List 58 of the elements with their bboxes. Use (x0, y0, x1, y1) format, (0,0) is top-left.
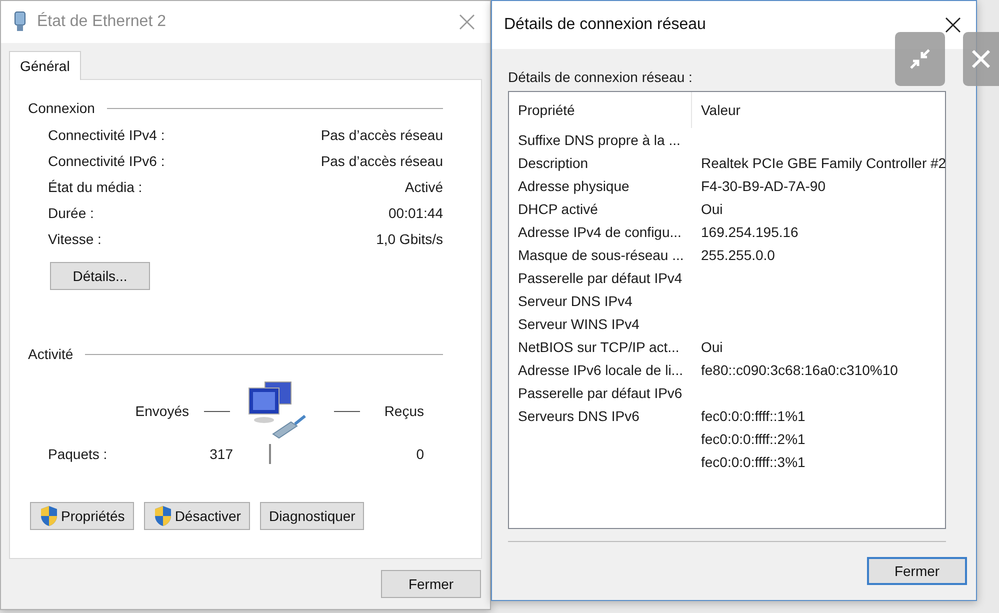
value-cell-text: 255.255.0.0 (701, 246, 776, 262)
sent-label: Envoyés (134, 403, 189, 419)
close-icon (945, 17, 961, 33)
property-cell-text: Serveur DNS IPv4 (518, 292, 634, 308)
value-cell-text: F4-30-B9-AD-7A-90 (701, 178, 826, 194)
ethernet-icon (13, 11, 27, 33)
value-cell-text: fec0:0:0:ffff::2%1 (701, 430, 806, 446)
close-icon (459, 14, 475, 30)
info-label: Durée : (48, 205, 94, 221)
value-cell-text: fe80::c090:3c68:16a0:c310%10 (701, 362, 899, 378)
info-value: Activé (404, 179, 443, 195)
property-cell-text: Serveur WINS IPv4 (518, 316, 640, 332)
info-label: Connectivité IPv4 : (48, 127, 165, 143)
value-cell-text: fec0:0:0:ffff::3%1 (701, 454, 806, 470)
info-value: Pas d’accès réseau (320, 127, 443, 143)
property-cell-text: Masque de sous-réseau ... (518, 246, 685, 262)
property-cell-text: Serveurs DNS IPv6 (518, 408, 640, 424)
window-title: Détails de connexion réseau (504, 16, 707, 34)
action-button[interactable]: Propriétés (30, 502, 134, 530)
received-label: Reçus (383, 403, 424, 419)
property-cell-text: Passerelle par défaut IPv4 (518, 270, 684, 286)
action-button[interactable]: Désactiver (144, 502, 250, 530)
action-button[interactable]: Diagnostiquer (260, 502, 364, 530)
window-title: État de Ethernet 2 (37, 13, 167, 31)
group-heading: Activité (28, 346, 74, 362)
column-header[interactable]: Valeur (691, 92, 945, 128)
packets-label: Paquets : (48, 446, 108, 462)
info-value: Pas d’accès réseau (320, 153, 443, 169)
list-caption: Détails de connexion réseau : (508, 69, 692, 85)
property-cell-text: Adresse physique (518, 178, 630, 194)
value-cell-text: Oui (701, 338, 724, 354)
shield-icon (152, 505, 173, 527)
close-dialog-button[interactable]: Fermer (867, 557, 967, 585)
shrink-icon (908, 47, 932, 71)
property-cell-text: Passerelle par défaut IPv6 (518, 384, 684, 400)
tab[interactable]: Général (9, 51, 81, 80)
property-cell-text: DHCP activé (518, 200, 599, 216)
property-cell-text: Adresse IPv4 de configu... (518, 224, 682, 240)
value-cell-text: fec0:0:0:ffff::1%1 (701, 408, 806, 424)
info-value: 00:01:44 (388, 205, 443, 221)
packets-sent: 317 (208, 446, 234, 462)
info-label: Vitesse : (48, 231, 102, 247)
close-dialog-button[interactable]: Fermer (381, 570, 481, 598)
close-icon (970, 48, 992, 70)
packets-received: 0 (415, 446, 424, 462)
value-cell: Realtek PCIe GBE Family Controller #2 (701, 154, 946, 170)
details-button[interactable]: Détails... (50, 262, 150, 290)
property-cell-text: Adresse IPv6 locale de li... (518, 362, 684, 378)
property-cell-text: Suffixe DNS propre à la ... (518, 132, 682, 148)
property-cell-text: Description (518, 154, 590, 170)
value-cell-text: Oui (701, 200, 724, 216)
info-value: 1,0 Gbits/s (376, 231, 443, 247)
value-cell-text: 169.254.195.16 (701, 224, 800, 240)
info-label: État du média : (48, 179, 142, 195)
shield-icon (39, 505, 59, 527)
info-label: Connectivité IPv6 : (48, 153, 165, 169)
group-heading: Connexion (28, 100, 95, 116)
property-cell-text: NetBIOS sur TCP/IP act... (518, 338, 680, 354)
